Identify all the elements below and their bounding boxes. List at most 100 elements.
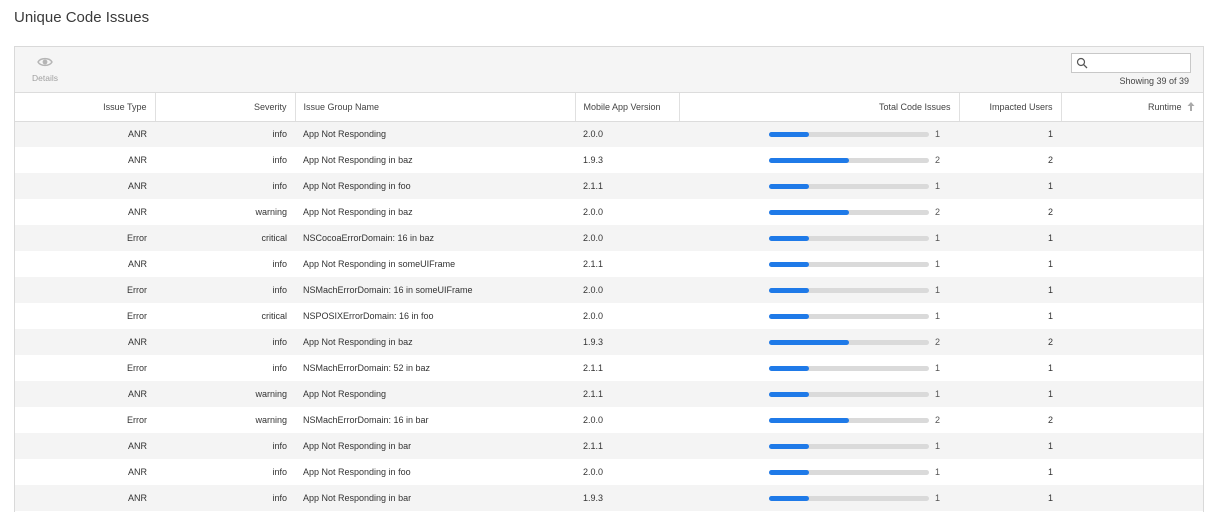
header-total-code-issues[interactable]: Total Code Issues: [679, 93, 960, 122]
total-bar-track: [769, 235, 929, 241]
cell-total-code-issues: 1: [679, 381, 959, 407]
cell-mobile-app-version: 1.9.3: [575, 485, 679, 511]
cell-total-code-issues: 1: [679, 251, 959, 277]
total-bar: 2: [687, 207, 951, 217]
cell-severity: info: [155, 329, 295, 355]
total-bar-value: 1: [935, 493, 941, 503]
total-bar-track: [769, 261, 929, 267]
cell-impacted-users: 1: [959, 225, 1061, 251]
cell-issue-type: Error: [15, 355, 155, 381]
table-row[interactable]: Error critical NSPOSIXErrorDomain: 16 in f…: [15, 303, 1203, 329]
cell-total-code-issues: 2: [679, 407, 959, 433]
cell-total-code-issues: 1: [679, 277, 959, 303]
table-header-row: Issue Type Severity Issue Group Name Mob…: [15, 93, 1203, 122]
cell-runtime: [1061, 277, 1203, 303]
cell-issue-group-name: App Not Responding in baz: [295, 329, 575, 355]
table-row[interactable]: ANR info App Not Responding in baz 1.9.3 2 2: [15, 147, 1203, 173]
table-row[interactable]: Error info NSMachErrorDomain: 52 in baz 2.1…: [15, 355, 1203, 381]
total-bar-value: 1: [935, 311, 941, 321]
table-row[interactable]: ANR warning App Not Responding 2.1.1 1 1: [15, 381, 1203, 407]
total-bar-value: 1: [935, 259, 941, 269]
cell-issue-type: Error: [15, 225, 155, 251]
total-bar-value: 1: [935, 363, 941, 373]
cell-issue-group-name: NSPOSIXErrorDomain: 16 in foo: [295, 303, 575, 329]
table-row[interactable]: ANR info App Not Responding in foo 2.1.1 1 1: [15, 173, 1203, 199]
table-toolbar: Details Showing 39 of 39: [15, 47, 1203, 93]
cell-impacted-users: 2: [959, 329, 1061, 355]
total-bar: 2: [687, 415, 951, 425]
cell-issue-group-name: App Not Responding in bar: [295, 433, 575, 459]
cell-issue-type: ANR: [15, 199, 155, 225]
cell-issue-group-name: App Not Responding in foo: [295, 459, 575, 485]
cell-total-code-issues: 1: [679, 459, 959, 485]
header-runtime-label: Runtime: [1147, 101, 1182, 112]
cell-runtime: [1061, 147, 1203, 173]
showing-count: Showing 39 of 39: [1119, 76, 1189, 86]
header-runtime[interactable]: Runtime: [1061, 93, 1203, 122]
cell-issue-group-name: App Not Responding: [295, 121, 575, 147]
cell-issue-group-name: App Not Responding: [295, 381, 575, 407]
cell-impacted-users: 1: [959, 355, 1061, 381]
total-bar-track: [769, 157, 929, 163]
total-bar-fill: [769, 209, 849, 215]
cell-issue-type: Error: [15, 303, 155, 329]
table-row[interactable]: ANR info App Not Responding in bar 2.1.1 1 1: [15, 433, 1203, 459]
cell-runtime: [1061, 251, 1203, 277]
total-bar-value: 2: [935, 337, 941, 347]
total-bar-fill: [769, 313, 809, 319]
total-bar-fill: [769, 495, 809, 501]
total-bar-track: [769, 365, 929, 371]
search-input[interactable]: [1088, 54, 1188, 72]
cell-severity: info: [155, 121, 295, 147]
cell-mobile-app-version: 2.0.0: [575, 225, 679, 251]
cell-issue-group-name: NSCocoaErrorDomain: 16 in baz: [295, 225, 575, 251]
sort-ascending-icon: [1187, 101, 1195, 111]
total-bar-track: [769, 287, 929, 293]
total-bar-track: [769, 183, 929, 189]
total-bar-track: [769, 443, 929, 449]
cell-severity: info: [155, 433, 295, 459]
total-bar-fill: [769, 261, 809, 267]
details-button[interactable]: Details: [27, 55, 63, 89]
cell-runtime: [1061, 355, 1203, 381]
table-row[interactable]: ANR info App Not Responding 2.0.0 1 1: [15, 121, 1203, 147]
total-bar: 2: [687, 337, 951, 347]
total-bar-value: 2: [935, 415, 941, 425]
cell-issue-type: ANR: [15, 147, 155, 173]
table-row[interactable]: ANR warning App Not Responding in baz 2.0.0…: [15, 199, 1203, 225]
total-bar-fill: [769, 339, 849, 345]
search-box[interactable]: [1071, 53, 1191, 73]
table-row[interactable]: Error critical NSCocoaErrorDomain: 16 in b…: [15, 225, 1203, 251]
total-bar-value: 2: [935, 155, 941, 165]
cell-runtime: [1061, 459, 1203, 485]
cell-mobile-app-version: 2.0.0: [575, 199, 679, 225]
header-impacted-users[interactable]: Impacted Users: [959, 93, 1062, 122]
header-issue-group-name[interactable]: Issue Group Name: [295, 93, 576, 122]
cell-mobile-app-version: 2.0.0: [575, 407, 679, 433]
cell-issue-type: ANR: [15, 251, 155, 277]
total-bar: 1: [687, 129, 951, 139]
cell-runtime: [1061, 173, 1203, 199]
cell-mobile-app-version: 2.1.1: [575, 173, 679, 199]
cell-impacted-users: 1: [959, 459, 1061, 485]
total-bar-value: 1: [935, 389, 941, 399]
cell-severity: info: [155, 485, 295, 511]
cell-mobile-app-version: 2.0.0: [575, 459, 679, 485]
total-bar: 1: [687, 467, 951, 477]
total-bar-fill: [769, 391, 809, 397]
cell-mobile-app-version: 2.1.1: [575, 355, 679, 381]
page-title: Unique Code Issues: [14, 9, 150, 26]
cell-severity: critical: [155, 303, 295, 329]
cell-impacted-users: 1: [959, 277, 1061, 303]
table-row[interactable]: ANR info App Not Responding in baz 1.9.3 2 2: [15, 329, 1203, 355]
cell-total-code-issues: 2: [679, 199, 959, 225]
table-row[interactable]: ANR info App Not Responding in someUIFrame…: [15, 251, 1203, 277]
table-row[interactable]: Error info NSMachErrorDomain: 16 in someUI…: [15, 277, 1203, 303]
table-row[interactable]: Error warning NSMachErrorDomain: 16 in bar…: [15, 407, 1203, 433]
header-severity[interactable]: Severity: [155, 93, 296, 122]
table-row[interactable]: ANR info App Not Responding in foo 2.0.0 1 1: [15, 459, 1203, 485]
cell-issue-group-name: App Not Responding in foo: [295, 173, 575, 199]
header-mobile-app-version[interactable]: Mobile App Version: [575, 93, 680, 122]
header-issue-type[interactable]: Issue Type: [15, 93, 156, 122]
table-row[interactable]: ANR info App Not Responding in bar 1.9.3 1 1: [15, 485, 1203, 511]
